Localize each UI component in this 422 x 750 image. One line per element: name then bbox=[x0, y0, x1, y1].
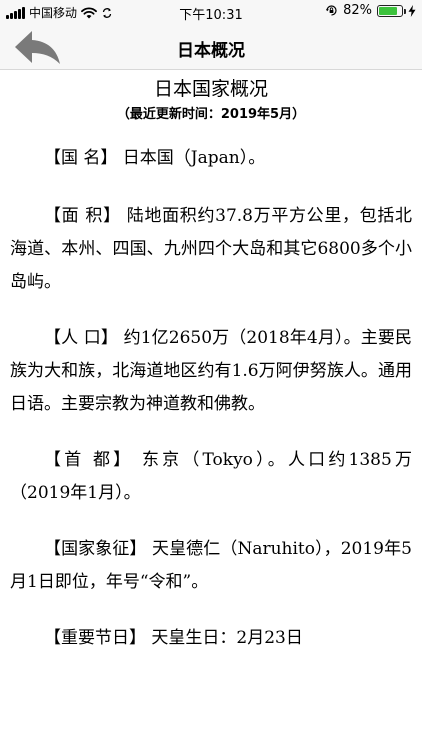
navigation-bar: 日本概况 bbox=[0, 24, 422, 70]
paragraph-country-name: 【国 名】 日本国（Japan）。 bbox=[44, 148, 266, 168]
status-right: 82% bbox=[325, 3, 416, 18]
paragraph-capital: 【首 都】 东京（Tokyo）。人口约1385万（2019年1月）。 bbox=[10, 450, 412, 503]
paragraph-holidays: 【重要节日】 天皇生日：2月23日 bbox=[44, 628, 303, 648]
paragraph-national-symbol: 【国家象征】 天皇德仁（Naruhito），2019年5月1日即位，年号“令和”… bbox=[10, 539, 412, 592]
paragraph-area: 【面 积】 陆地面积约37.8万平方公里，包括北海道、本州、四国、九州四个大岛和… bbox=[10, 206, 412, 292]
orientation-lock-icon bbox=[326, 5, 337, 16]
nav-title: 日本概况 bbox=[177, 41, 245, 61]
battery-level-fill bbox=[379, 6, 398, 15]
document-title: 日本国家概况 bbox=[153, 78, 268, 100]
battery-percent: 82% bbox=[343, 3, 372, 18]
paragraph-population: 【人 口】 约1亿2650万（2018年4月）。主要民族为大和族，北海道地区约有… bbox=[10, 328, 412, 414]
document-subtitle: （最近更新时间：2019年5月） bbox=[116, 107, 306, 122]
status-bar: 中国移动 下午10:31 82% bbox=[0, 0, 422, 24]
charging-icon bbox=[408, 4, 416, 17]
article-content[interactable]: 日本国家概况 （最近更新时间：2019年5月） 【国 名】 日本国（Japan）… bbox=[0, 70, 422, 750]
battery-icon bbox=[377, 4, 406, 17]
